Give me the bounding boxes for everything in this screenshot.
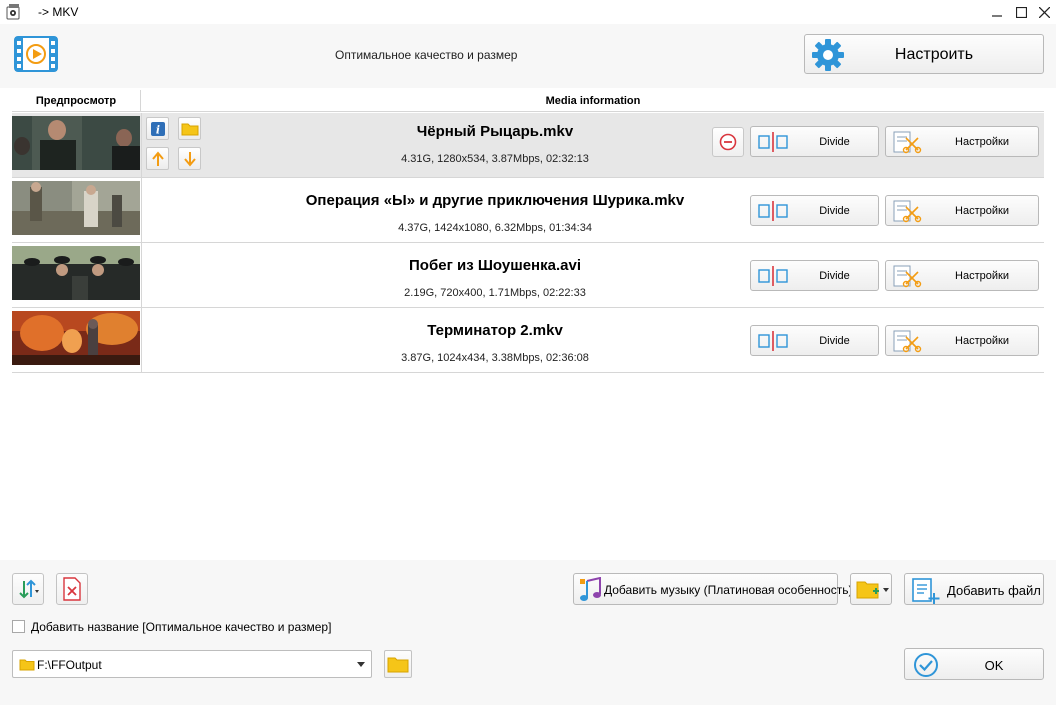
- add-music-label: Добавить музыку (Платиновая особенность): [604, 583, 853, 597]
- output-folder-select[interactable]: F:\FFOutput: [12, 650, 372, 678]
- file-meta: 4.37G, 1424x1080, 6.32Mbps, 01:34:34: [398, 222, 592, 234]
- file-settings-label: Настройки: [955, 136, 1009, 148]
- add-file-button[interactable]: Добавить файл: [904, 573, 1044, 605]
- table-header: Предпросмотр Media information: [12, 90, 1044, 112]
- app-icon: [6, 4, 20, 20]
- configure-label: Настроить: [894, 46, 974, 63]
- check-circle-icon: [914, 653, 938, 677]
- settings-scissors-icon: [893, 265, 922, 288]
- remove-icon: [719, 133, 737, 151]
- add-title-checkbox[interactable]: [12, 620, 25, 633]
- chevron-down-icon: [357, 662, 365, 667]
- clear-list-button[interactable]: [56, 573, 88, 605]
- add-file-label: Добавить файл: [947, 583, 1041, 598]
- divide-label: Divide: [819, 335, 850, 347]
- clear-list-icon: [63, 577, 81, 601]
- remove-file-button[interactable]: [712, 127, 744, 157]
- folder-icon: [19, 659, 35, 671]
- music-icon: [580, 577, 601, 601]
- divide-icon: [758, 132, 788, 152]
- column-header-media-info: Media information: [545, 95, 641, 107]
- close-button[interactable]: [1031, 0, 1056, 24]
- file-name: Операция «Ы» и другие приключения Шурика…: [305, 192, 685, 209]
- table-row[interactable]: Операция «Ы» и другие приключения Шурика…: [12, 178, 1044, 243]
- divide-label: Divide: [819, 270, 850, 282]
- divide-icon: [758, 201, 788, 221]
- thumbnail-cell: [12, 113, 142, 177]
- thumbnail-cell: [12, 178, 142, 242]
- file-settings-button[interactable]: Настройки: [885, 325, 1039, 356]
- minimize-icon: [992, 15, 1002, 17]
- settings-scissors-icon: [893, 200, 922, 223]
- file-settings-label: Настройки: [955, 335, 1009, 347]
- thumbnail-cell: [12, 308, 142, 372]
- video-thumbnail: [12, 181, 140, 235]
- file-settings-label: Настройки: [955, 270, 1009, 282]
- file-name: Терминатор 2.mkv: [427, 322, 563, 339]
- settings-scissors-icon: [893, 330, 922, 353]
- output-path-value: F:\FFOutput: [37, 658, 102, 672]
- close-icon: [1038, 6, 1050, 18]
- maximize-icon: [1015, 6, 1027, 18]
- divide-button[interactable]: Divide: [750, 126, 879, 157]
- video-thumbnail: [12, 116, 140, 170]
- ok-label: OK: [984, 658, 1004, 673]
- bottom-panel: Добавить музыку (Платиновая особенность)…: [0, 560, 1056, 705]
- film-play-icon: [14, 36, 58, 72]
- file-settings-button[interactable]: Настройки: [885, 126, 1039, 157]
- profile-panel: Оптимальное качество и размер Настроить: [0, 24, 1056, 88]
- file-settings-button[interactable]: Настройки: [885, 260, 1039, 291]
- configure-button[interactable]: Настроить: [804, 34, 1044, 74]
- file-table: Предпросмотр Media information i Чёрный …: [12, 90, 1044, 373]
- file-meta: 3.87G, 1024x434, 3.38Mbps, 02:36:08: [401, 352, 589, 364]
- file-settings-label: Настройки: [955, 205, 1009, 217]
- sort-button[interactable]: [12, 573, 44, 605]
- add-folder-button[interactable]: [850, 573, 892, 605]
- settings-scissors-icon: [893, 131, 922, 154]
- add-title-label: Добавить название [Оптимальное качество …: [31, 620, 332, 634]
- table-row[interactable]: i Чёрный Рыцарь.mkv 4.31G, 1280x534, 3.8…: [12, 113, 1044, 178]
- file-meta: 2.19G, 720x400, 1.71Mbps, 02:22:33: [404, 287, 586, 299]
- divide-icon: [758, 266, 788, 286]
- window-title: -> MKV: [38, 5, 79, 19]
- column-header-preview: Предпросмотр: [12, 90, 141, 112]
- thumbnail-cell: [12, 243, 142, 307]
- video-thumbnail: [12, 311, 140, 365]
- minimize-button[interactable]: [984, 0, 1010, 24]
- profile-name: Оптимальное качество и размер: [335, 48, 518, 62]
- table-row[interactable]: Побег из Шоушенка.avi 2.19G, 720x400, 1.…: [12, 243, 1044, 308]
- folder-icon: [387, 657, 409, 673]
- add-music-button[interactable]: Добавить музыку (Платиновая особенность): [573, 573, 853, 605]
- divide-label: Divide: [819, 205, 850, 217]
- file-name: Побег из Шоушенка.avi: [409, 257, 581, 274]
- title-bar: -> MKV: [0, 0, 1056, 24]
- add-folder-icon: [856, 581, 889, 599]
- sort-icon: [19, 579, 39, 599]
- table-row[interactable]: Терминатор 2.mkv 3.87G, 1024x434, 3.38Mb…: [12, 308, 1044, 373]
- video-thumbnail: [12, 246, 140, 300]
- browse-folder-button[interactable]: [384, 650, 412, 678]
- divide-label: Divide: [819, 136, 850, 148]
- divide-button[interactable]: Divide: [750, 195, 879, 226]
- divide-button[interactable]: Divide: [750, 325, 879, 356]
- add-file-icon: [912, 578, 940, 604]
- divide-icon: [758, 331, 788, 351]
- ok-button[interactable]: OK: [904, 648, 1044, 680]
- file-settings-button[interactable]: Настройки: [885, 195, 1039, 226]
- divide-button[interactable]: Divide: [750, 260, 879, 291]
